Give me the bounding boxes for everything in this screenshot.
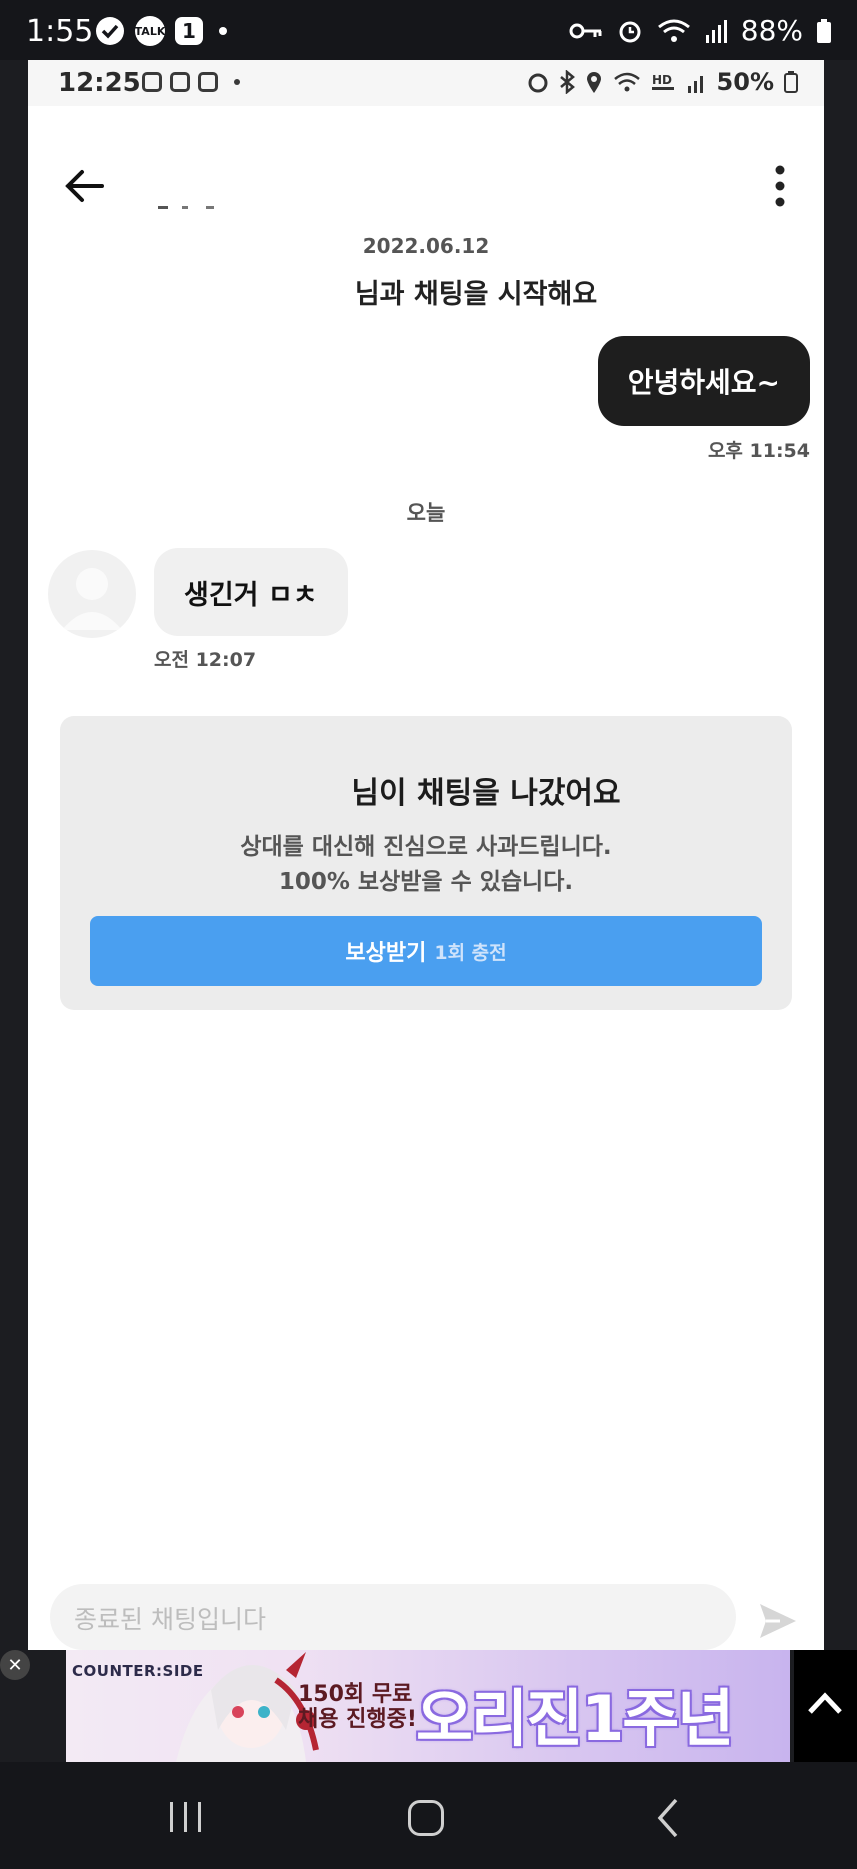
svg-text:HD: HD — [652, 73, 672, 87]
hd-voice-icon: HD — [651, 73, 674, 90]
instagram-icon — [198, 72, 218, 92]
ad-promo-line1: 150회 무료 — [298, 1682, 413, 1707]
chat-start-text: 님과 채팅을 시작해요 — [354, 279, 598, 310]
ad-promo-line2: 채용 진행중! — [298, 1707, 417, 1732]
location-icon — [586, 72, 601, 93]
device-system-icons: 88% — [569, 14, 831, 47]
more-notifications-dot — [234, 79, 240, 85]
device-clock: 1:55 — [26, 14, 94, 49]
wifi-icon — [657, 19, 690, 42]
android-nav-bar — [0, 1762, 857, 1869]
notice-title: 님이 채팅을 나갔어요 — [60, 768, 792, 812]
chat-header — [28, 146, 824, 236]
message-input-bar[interactable] — [50, 1584, 736, 1650]
instagram-icon — [142, 72, 162, 92]
battery-icon — [784, 71, 798, 93]
device-status-bar: 1:55 TALK 1 88% — [0, 0, 857, 60]
message-input[interactable] — [72, 1598, 696, 1640]
more-options-icon[interactable] — [774, 164, 786, 208]
device-battery-percent: 88% — [740, 14, 803, 47]
notice-title-text: 님이 채팅을 나갔어요 — [351, 776, 621, 811]
chat-left-notice: 님이 채팅을 나갔어요 상대를 대신해 진심으로 사과드립니다. 100% 보상… — [60, 716, 792, 1010]
chat-start-date: 2022.06.12 — [362, 234, 490, 258]
their-message-time: 오전 12:07 — [154, 649, 257, 671]
avatar[interactable] — [48, 550, 136, 638]
wifi-icon — [613, 72, 640, 92]
bluetooth-icon — [559, 70, 575, 94]
device-notification-icons: TALK 1 — [95, 16, 227, 46]
ad-banner[interactable]: COUNTER:SIDE 150회 무료 채용 진행중! 오리진1주년 — [66, 1650, 790, 1762]
ad-headline: 오리진1주년 — [416, 1682, 734, 1755]
default-profile-icon — [62, 568, 122, 630]
home-icon[interactable] — [408, 1800, 444, 1836]
redacted-username — [158, 206, 214, 209]
shield-check-icon — [96, 17, 124, 45]
inner-system-icons: HD 50% — [527, 68, 798, 96]
notice-desc-line2: 100% 보상받을 수 있습니다. — [278, 869, 574, 895]
inner-clock: 12:25 — [58, 68, 141, 98]
their-message-bubble[interactable]: 생긴거 ㅁㅊ — [154, 548, 348, 636]
my-message-time: 오후 11:54 — [707, 440, 810, 462]
claim-reward-sublabel: 1회 충전 — [434, 941, 507, 964]
recent-apps-icon[interactable] — [168, 1802, 204, 1832]
notification-count-badge: 1 — [175, 17, 203, 45]
back-icon[interactable] — [656, 1798, 680, 1838]
back-arrow-icon[interactable] — [62, 164, 106, 208]
my-message-bubble[interactable]: 안녕하세요~ — [597, 336, 810, 426]
claim-reward-button[interactable]: 보상받기 1회 충전 — [90, 916, 762, 986]
signal-icon — [687, 76, 703, 93]
inner-status-bar: 12:25 HD 50% — [28, 60, 824, 106]
ad-promo-text: 150회 무료 채용 진행중! — [298, 1682, 417, 1732]
chat-start-message: 님과 채팅을 시작해요 — [28, 272, 824, 311]
chat-screenshot: 12:25 HD 50% 2022.06.12 님과 채팅을 시작해요 안녕하세… — [28, 60, 824, 1650]
notice-desc-line1: 상대를 대신해 진심으로 사과드립니다. — [240, 834, 612, 860]
kakaotalk-icon: TALK — [135, 16, 165, 46]
gallery-icon — [170, 72, 190, 92]
date-divider: 오늘 — [406, 501, 446, 525]
close-ad-icon[interactable]: ✕ — [0, 1650, 30, 1680]
key-icon — [569, 23, 602, 38]
more-notifications-dot — [219, 27, 227, 35]
notice-description: 상대를 대신해 진심으로 사과드립니다. 100% 보상받을 수 있습니다. — [60, 830, 792, 900]
chevron-up-icon — [808, 1692, 842, 1714]
alarm-icon — [619, 21, 641, 42]
signal-icon — [705, 19, 727, 43]
ad-collapse-button[interactable] — [794, 1650, 857, 1762]
alarm-icon — [528, 73, 548, 93]
inner-notification-icons — [142, 72, 240, 92]
claim-reward-label: 보상받기 — [345, 941, 427, 966]
send-icon[interactable] — [758, 1602, 798, 1640]
battery-icon — [817, 18, 831, 43]
inner-battery-percent: 50% — [716, 68, 774, 96]
